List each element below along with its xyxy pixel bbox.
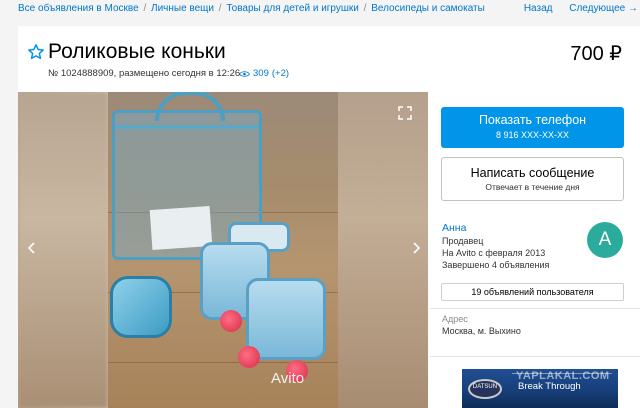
avito-watermark: Avito [271,370,305,387]
breadcrumb-separator: / [218,3,222,14]
divider [430,308,640,309]
expand-icon[interactable] [398,106,412,120]
address-label: Адрес [442,314,468,324]
datsun-logo-text: DATSUN [472,384,498,390]
top-bar: Все объявления в Москве / Личные вещи / … [0,0,640,22]
photo-bag-zip [115,125,259,129]
breadcrumb-separator: / [143,3,147,14]
photo-skate-right [246,278,326,360]
datsun-logo: DATSUN [468,379,502,399]
views-counter[interactable]: 309 (+2) [239,68,289,79]
listing-title: Роликовые коньки [48,40,226,63]
photo-gallery[interactable]: Avito [18,92,428,408]
seller-since: На Avito с февраля 2013 [442,248,546,258]
listing-meta: № 1024888909, размещено сегодня в 12:26 [48,68,241,79]
breadcrumb-link-kids-goods[interactable]: Товары для детей и игрушки [226,3,359,14]
seller-name-link[interactable]: Анна [442,222,466,234]
seller-ads-button[interactable]: 19 объявлений пользователя [441,283,624,301]
chevron-right-icon[interactable] [408,240,424,256]
back-link[interactable]: Назад [524,3,553,14]
response-time-note: Отвечает в течение дня [485,182,580,192]
write-message-label: Написать сообщение [470,166,595,180]
banner-tagline: Break Through [518,381,581,392]
seller-completed-ads: Завершено 4 объявления [442,260,550,270]
photo-knee-pad [110,276,172,338]
chevron-left-icon[interactable] [24,240,40,256]
photo-bag-handle [155,92,225,121]
seller-avatar[interactable]: A [587,222,623,258]
star-outline-icon[interactable] [27,43,45,61]
listing-card: Роликовые коньки 700 ₽ № 1024888909, раз… [18,26,640,408]
ad-banner[interactable]: YAPLAKAL.COM DATSUN Break Through [462,369,618,408]
photo-bag-paper [149,205,213,251]
breadcrumb-link-all-moscow[interactable]: Все объявления в Москве [18,3,139,14]
photo-wheel [220,310,242,332]
breadcrumb-link-personal-items[interactable]: Личные вещи [151,3,214,14]
divider [430,356,640,357]
address-value: Москва, м. Выхино [442,326,521,336]
listing-photo: Avito [108,92,338,408]
show-phone-button[interactable]: Показать телефон 8 916 XXX-XX-XX [441,107,624,148]
breadcrumb-link-bikes-scooters[interactable]: Велосипеды и самокаты [371,3,485,14]
next-link[interactable]: Следующее → [569,3,638,14]
breadcrumb: Все объявления в Москве / Личные вещи / … [18,3,485,14]
views-count: 309 [253,68,269,79]
masked-phone-number: 8 916 XXX-XX-XX [495,130,570,140]
listing-navigation: Назад Следующее → [510,3,638,14]
breadcrumb-separator: / [363,3,367,14]
views-delta: (+2) [271,68,290,79]
seller-role: Продавец [442,236,484,246]
show-phone-label: Показать телефон [478,113,587,127]
write-message-button[interactable]: Написать сообщение Отвечает в течение дн… [441,157,624,201]
eye-icon [239,70,250,77]
listing-price: 700 ₽ [570,43,622,65]
photo-wheel [238,346,260,368]
